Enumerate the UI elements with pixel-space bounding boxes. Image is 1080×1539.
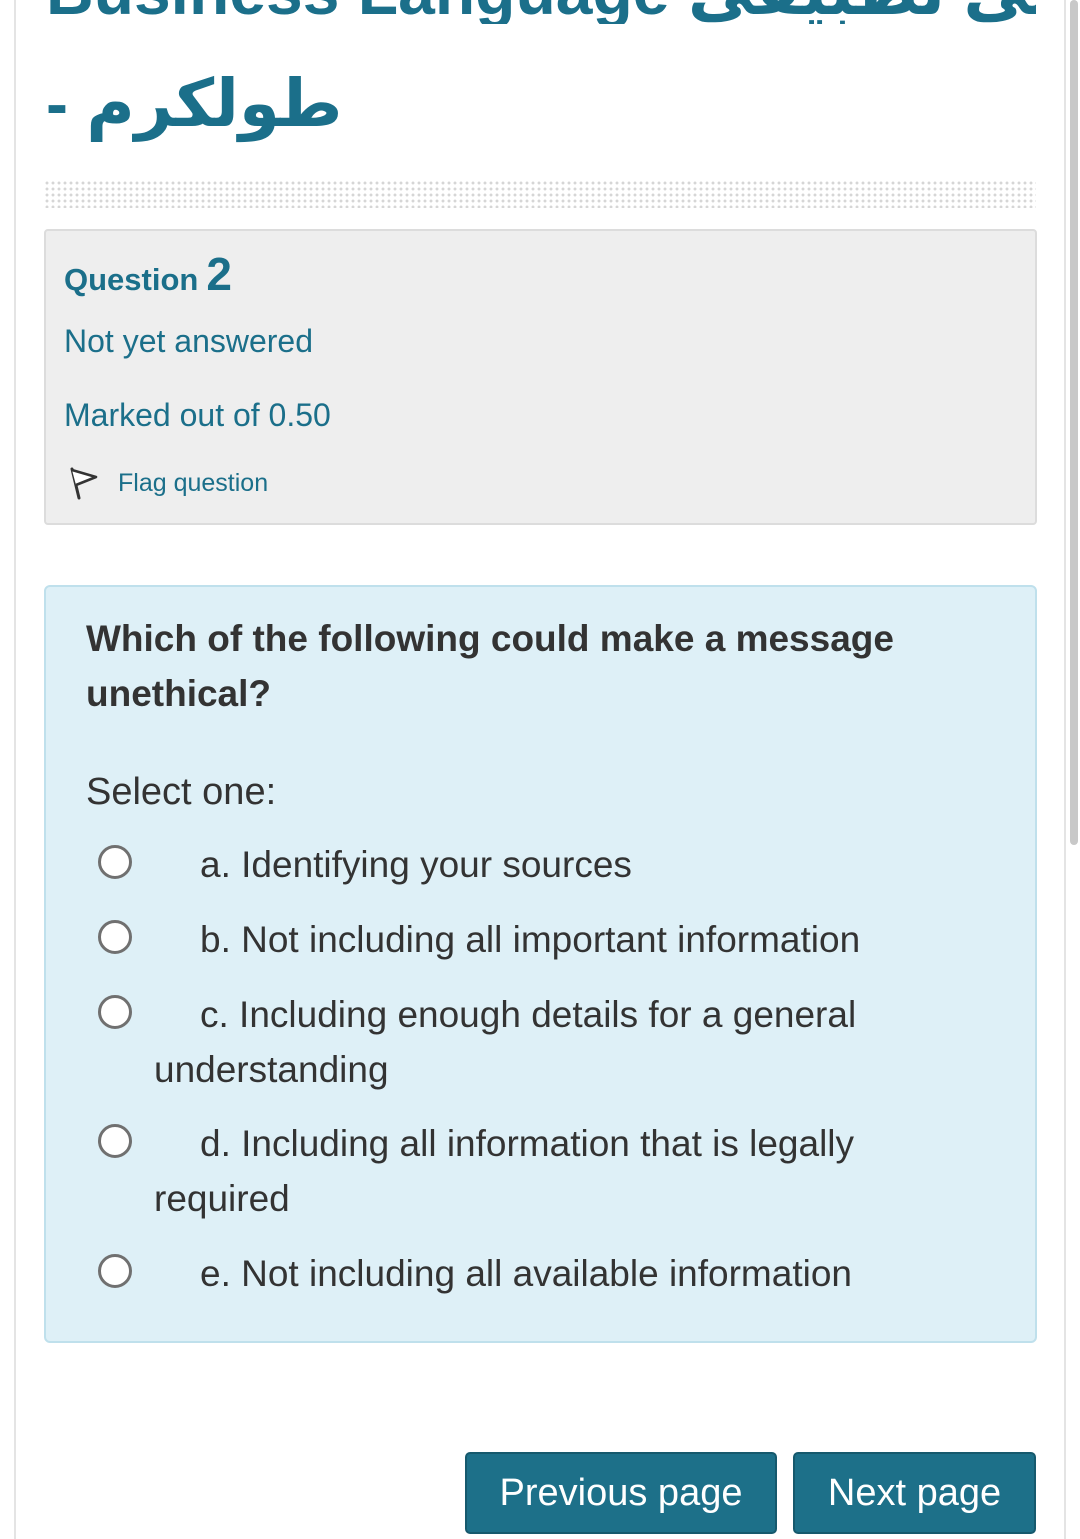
- question-state: Not yet answered: [64, 323, 314, 359]
- answer-option-label: e. Not including all available informati…: [200, 1253, 852, 1294]
- radio-unchecked-icon[interactable]: [98, 845, 132, 879]
- question-number-value: 2: [206, 248, 232, 300]
- answer-option-label: d. Including all information that is leg…: [154, 1123, 855, 1219]
- question-content-panel: Which of the following could make a mess…: [44, 585, 1037, 1343]
- answer-option-e[interactable]: e. Not including all available informati…: [98, 1246, 938, 1301]
- select-one-prompt: Select one:: [86, 771, 277, 813]
- flag-question-link[interactable]: Flag question: [66, 465, 268, 501]
- radio-unchecked-icon[interactable]: [98, 920, 132, 954]
- answer-option-c[interactable]: c. Including enough details for a genera…: [98, 987, 938, 1097]
- page-title-continued: طولكرم -: [46, 66, 343, 140]
- scrollbar-thumb[interactable]: [1070, 0, 1078, 845]
- answer-option-d[interactable]: d. Including all information that is leg…: [98, 1116, 938, 1226]
- previous-page-button[interactable]: Previous page: [465, 1452, 777, 1534]
- radio-unchecked-icon[interactable]: [98, 995, 132, 1029]
- answer-option-label: a. Identifying your sources: [200, 844, 632, 885]
- question-label: Question: [64, 262, 199, 297]
- answer-option-label: b. Not including all important informati…: [200, 919, 861, 960]
- flag-question-label: Flag question: [118, 468, 269, 497]
- radio-unchecked-icon[interactable]: [98, 1124, 132, 1158]
- question-number: Question 2: [64, 247, 232, 301]
- question-text: Which of the following could make a mess…: [86, 618, 894, 714]
- next-page-button[interactable]: Next page: [793, 1452, 1036, 1534]
- answer-option-label: c. Including enough details for a genera…: [154, 994, 857, 1090]
- question-grade: Marked out of 0.50: [64, 397, 331, 433]
- page-title: Business Language عربي تطبيقي: [46, 0, 1036, 24]
- question-info-panel: Question 2 Not yet answered Marked out of…: [44, 229, 1037, 525]
- answer-option-b[interactable]: b. Not including all important informati…: [98, 912, 938, 967]
- answer-option-a[interactable]: a. Identifying your sources: [98, 837, 938, 892]
- dotted-separator: [44, 180, 1036, 208]
- radio-unchecked-icon[interactable]: [98, 1254, 132, 1288]
- flag-icon: [70, 467, 98, 500]
